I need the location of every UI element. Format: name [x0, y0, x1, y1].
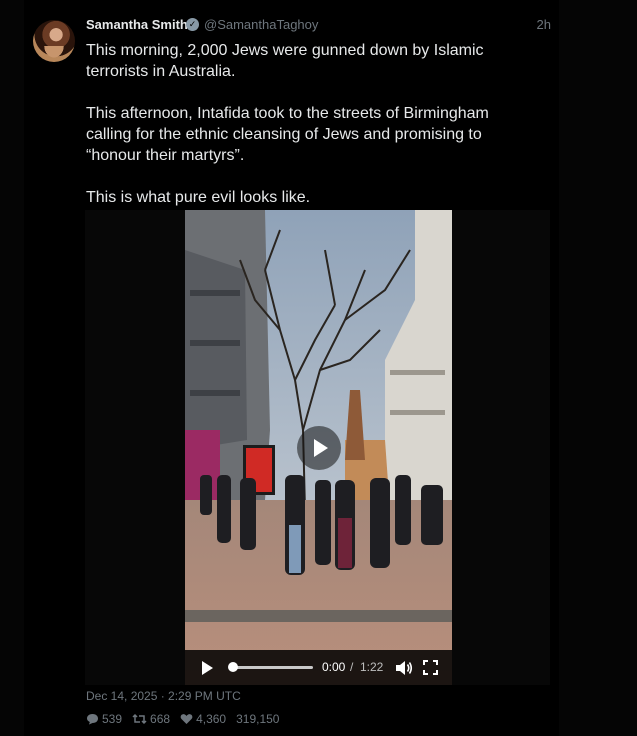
author-avatar[interactable] [33, 20, 75, 62]
video-time-separator: / [350, 660, 354, 674]
like-count: 4,360 [196, 712, 227, 726]
play-icon[interactable] [202, 661, 213, 675]
video-progress-bar[interactable] [231, 666, 313, 669]
tweet-timestamp[interactable]: Dec 14, 2025 · 2:29 PM UTC [86, 689, 241, 703]
video-current-time: 0:00 [322, 660, 346, 674]
like-stat[interactable]: 4,360 [180, 712, 226, 726]
retweet-count: 668 [150, 712, 171, 726]
tweet-relative-time[interactable]: 2h [537, 17, 551, 32]
video-progress-handle[interactable] [228, 662, 238, 672]
tweet-paragraph: This is what pure evil looks like. [86, 189, 311, 206]
tweet-paragraph: This afternoon, Intafida took to the str… [86, 105, 489, 164]
verified-badge-icon: ✓ [186, 18, 199, 31]
tweet-text: This morning, 2,000 Jews were gunned dow… [86, 40, 536, 229]
video-duration: 1:22 [360, 660, 384, 674]
center-play-button[interactable] [297, 426, 341, 470]
author-handle[interactable]: @SamanthaTaghoy [204, 17, 318, 32]
views-stat: 319,150 [236, 712, 279, 726]
retweet-icon [132, 713, 147, 725]
video-player[interactable]: 0:00 / 1:22 [185, 210, 452, 685]
view-count: 319,150 [236, 712, 280, 726]
reply-icon [87, 714, 98, 725]
tweet-paragraph: This morning, 2,000 Jews were gunned dow… [86, 42, 484, 80]
video-controls: 0:00 / 1:22 [185, 650, 452, 685]
reply-count: 539 [102, 712, 123, 726]
fullscreen-icon[interactable] [423, 660, 438, 675]
volume-icon[interactable] [395, 660, 413, 676]
reply-stat[interactable]: 539 [86, 712, 122, 726]
author-name[interactable]: Samantha Smith [86, 17, 188, 32]
tweet-stats: 539 668 4,360 319,150 [86, 712, 289, 726]
like-icon [180, 714, 193, 724]
retweet-stat[interactable]: 668 [132, 712, 170, 726]
